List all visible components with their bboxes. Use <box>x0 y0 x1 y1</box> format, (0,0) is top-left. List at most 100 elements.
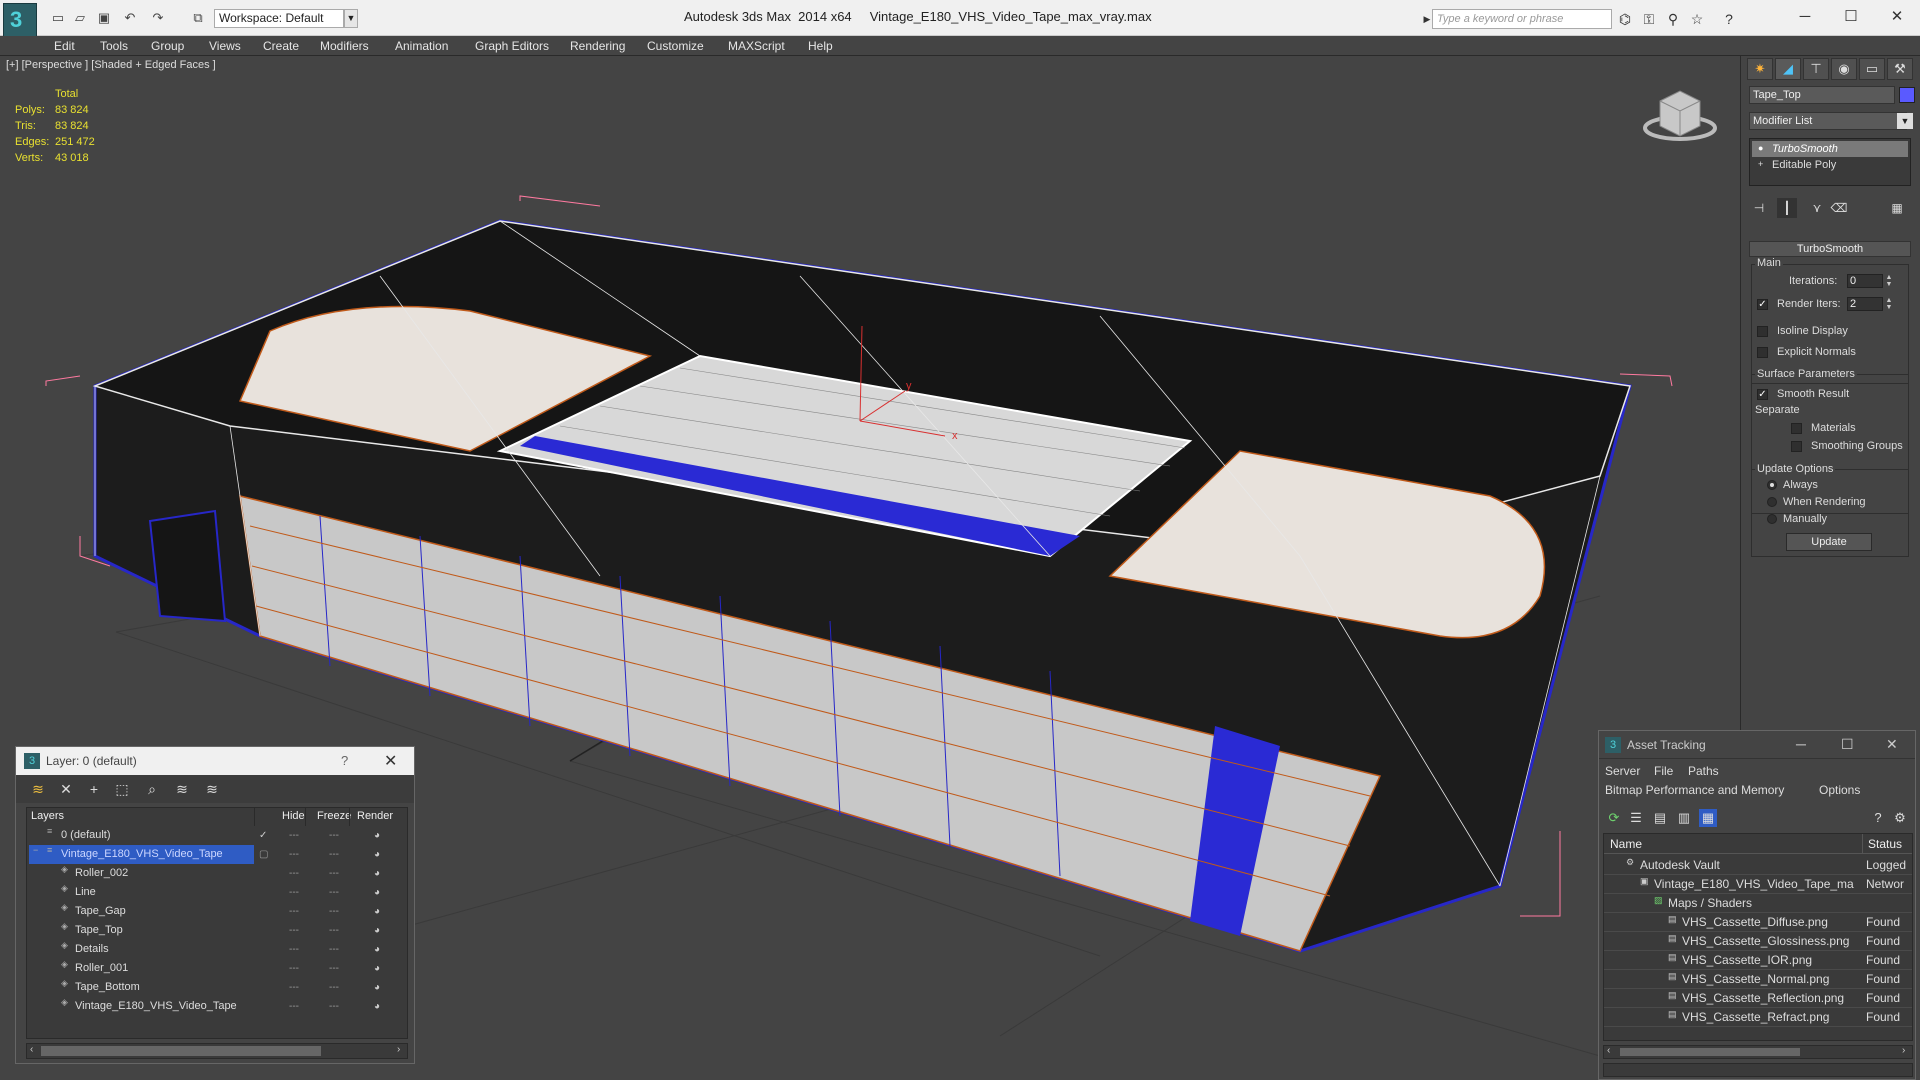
object-color-swatch[interactable] <box>1899 87 1915 103</box>
asset-panel-titlebar[interactable]: 3 Asset Tracking ─ ☐ ✕ <box>1599 731 1915 759</box>
freeze-toggle[interactable]: --- <box>329 940 339 959</box>
refresh-icon[interactable]: ⟳ <box>1605 809 1623 827</box>
collapse-minus-icon[interactable]: − <box>33 845 43 855</box>
hide-toggle[interactable]: --- <box>289 883 299 902</box>
layer-object-row[interactable]: ◈ Line --- --- ◕ <box>27 883 407 902</box>
layer-row[interactable]: ≡ 0 (default) ✓ --- --- ◕ <box>27 826 407 845</box>
settings-icon[interactable]: ⚙ <box>1891 809 1909 827</box>
asset-row[interactable]: ⚙ Autodesk Vault Logged <box>1604 856 1912 875</box>
open-file-icon[interactable]: ▱ <box>72 10 88 26</box>
layer-object-row[interactable]: ◈ Tape_Top --- --- ◕ <box>27 921 407 940</box>
scroll-right-icon[interactable]: › <box>397 1044 400 1055</box>
scrollbar-thumb[interactable] <box>1620 1048 1800 1056</box>
pin-stack-icon[interactable]: ⊣ <box>1749 198 1769 218</box>
search-input[interactable]: Type a keyword or phrase <box>1432 9 1612 29</box>
always-radio[interactable] <box>1767 480 1777 490</box>
display-tab-icon[interactable]: ▭ <box>1859 58 1885 80</box>
scroll-left-icon[interactable]: ‹ <box>30 1044 33 1055</box>
modifier-list-dropdown[interactable]: Modifier List <box>1749 112 1907 130</box>
object-name-field[interactable]: Tape_Top <box>1749 86 1895 104</box>
make-unique-icon[interactable]: ⋎ <box>1807 198 1827 218</box>
app-logo-button[interactable]: 3 <box>3 3 37 37</box>
hide-toggle[interactable]: --- <box>289 959 299 978</box>
freeze-toggle[interactable]: --- <box>329 826 339 845</box>
set-current-layer-icon[interactable]: ≋ <box>172 779 192 799</box>
hide-toggle[interactable]: --- <box>289 997 299 1016</box>
column-render[interactable]: Render <box>357 810 393 822</box>
render-teapot-icon[interactable]: ◕ <box>374 864 380 883</box>
menu-help[interactable]: Help <box>808 39 833 53</box>
detail-view-icon[interactable]: ▥ <box>1675 809 1693 827</box>
close-button[interactable]: ✕ <box>1882 6 1912 28</box>
hide-toggle[interactable]: --- <box>289 902 299 921</box>
column-hide[interactable]: Hide <box>282 810 305 822</box>
menu-file[interactable]: File <box>1654 764 1673 778</box>
isoline-display-checkbox[interactable] <box>1757 326 1768 337</box>
scroll-right-icon[interactable]: › <box>1902 1045 1905 1056</box>
hierarchy-tab-icon[interactable]: ⊤ <box>1803 58 1829 80</box>
configure-sets-icon[interactable]: ▦ <box>1887 198 1907 218</box>
menu-graph-editors[interactable]: Graph Editors <box>475 39 549 53</box>
asset-row[interactable]: ▤ VHS_Cassette_Refract.png Found <box>1604 1008 1912 1027</box>
scroll-left-icon[interactable]: ‹ <box>1607 1045 1610 1056</box>
motion-tab-icon[interactable]: ◉ <box>1831 58 1857 80</box>
create-layer-icon[interactable]: ≋ <box>28 779 48 799</box>
menu-modifiers[interactable]: Modifiers <box>320 39 369 53</box>
close-icon[interactable]: ✕ <box>384 751 397 771</box>
layer-row[interactable]: − ≡ Vintage_E180_VHS_Video_Tape ▢ --- --… <box>27 845 407 864</box>
binoculars-icon[interactable]: ⌬ <box>1616 10 1634 28</box>
layer-object-row[interactable]: ◈ Tape_Gap --- --- ◕ <box>27 902 407 921</box>
help-icon[interactable]: ? <box>1720 10 1738 28</box>
remove-modifier-icon[interactable]: ⌫ <box>1829 198 1849 218</box>
key-icon[interactable]: ⚿ <box>1640 10 1658 28</box>
create-tab-icon[interactable]: ✷ <box>1747 58 1773 80</box>
asset-row[interactable]: ▤ VHS_Cassette_Reflection.png Found <box>1604 989 1912 1008</box>
smoothing-groups-checkbox[interactable] <box>1791 441 1802 452</box>
asset-row[interactable]: ▣ Vintage_E180_VHS_Video_Tape_max... Net… <box>1604 875 1912 894</box>
layer-box-icon[interactable]: ▢ <box>259 845 268 864</box>
select-layer-icon[interactable]: ⌕ <box>142 779 162 799</box>
menu-group[interactable]: Group <box>151 39 184 53</box>
thumbnail-view-icon[interactable]: ▤ <box>1651 809 1669 827</box>
utilities-tab-icon[interactable]: ⚒ <box>1887 58 1913 80</box>
maximize-button[interactable]: ☐ <box>1841 736 1854 753</box>
close-button[interactable]: ✕ <box>1886 736 1898 753</box>
render-iters-spinner[interactable]: 2 <box>1847 297 1883 311</box>
menu-customize[interactable]: Customize <box>647 39 704 53</box>
minimize-button[interactable]: ─ <box>1796 736 1806 752</box>
turbosmooth-rollout-header[interactable]: TurboSmooth <box>1749 241 1911 257</box>
menu-maxscript[interactable]: MAXScript <box>728 39 785 53</box>
smooth-result-checkbox[interactable]: ✓ <box>1757 389 1768 400</box>
add-to-layer-icon[interactable]: + <box>84 779 104 799</box>
redo-icon[interactable]: ↷ <box>150 10 166 26</box>
hide-toggle[interactable]: --- <box>289 845 299 864</box>
lightbulb-icon[interactable]: ● <box>1758 143 1768 153</box>
hide-toggle[interactable]: --- <box>289 864 299 883</box>
menu-create[interactable]: Create <box>263 39 299 53</box>
freeze-toggle[interactable]: --- <box>329 978 339 997</box>
undo-icon[interactable]: ↶ <box>122 10 138 26</box>
table-view-icon[interactable]: ▦ <box>1699 809 1717 827</box>
when-rendering-radio[interactable] <box>1767 497 1777 507</box>
freeze-toggle[interactable]: --- <box>329 921 339 940</box>
new-file-icon[interactable]: ▭ <box>50 10 66 26</box>
layer-object-row[interactable]: ◈ Roller_002 --- --- ◕ <box>27 864 407 883</box>
freeze-toggle[interactable]: --- <box>329 845 339 864</box>
chevron-down-icon[interactable]: ▼ <box>1897 113 1913 129</box>
menu-rendering[interactable]: Rendering <box>570 39 625 53</box>
explicit-normals-checkbox[interactable] <box>1757 347 1768 358</box>
layer-panel-titlebar[interactable]: 3 Layer: 0 (default) ? ✕ <box>16 747 414 775</box>
render-iters-checkbox[interactable]: ✓ <box>1757 299 1768 310</box>
hide-toggle[interactable]: --- <box>289 940 299 959</box>
render-teapot-icon[interactable]: ◕ <box>374 959 380 978</box>
asset-row[interactable]: ▤ VHS_Cassette_Diffuse.png Found <box>1604 913 1912 932</box>
spinner-arrows-icon[interactable]: ▲ ▼ <box>1885 274 1893 288</box>
list-view-icon[interactable]: ☰ <box>1627 809 1645 827</box>
show-end-result-icon[interactable]: ┃ <box>1777 198 1797 218</box>
layer-object-row[interactable]: ◈ Roller_001 --- --- ◕ <box>27 959 407 978</box>
iterations-spinner[interactable]: 0 <box>1847 274 1883 288</box>
minimize-button[interactable]: ─ <box>1790 6 1820 28</box>
modify-tab-icon[interactable]: ◢ <box>1775 58 1801 80</box>
help-icon[interactable]: ? <box>1869 809 1887 827</box>
hide-toggle[interactable]: --- <box>289 826 299 845</box>
